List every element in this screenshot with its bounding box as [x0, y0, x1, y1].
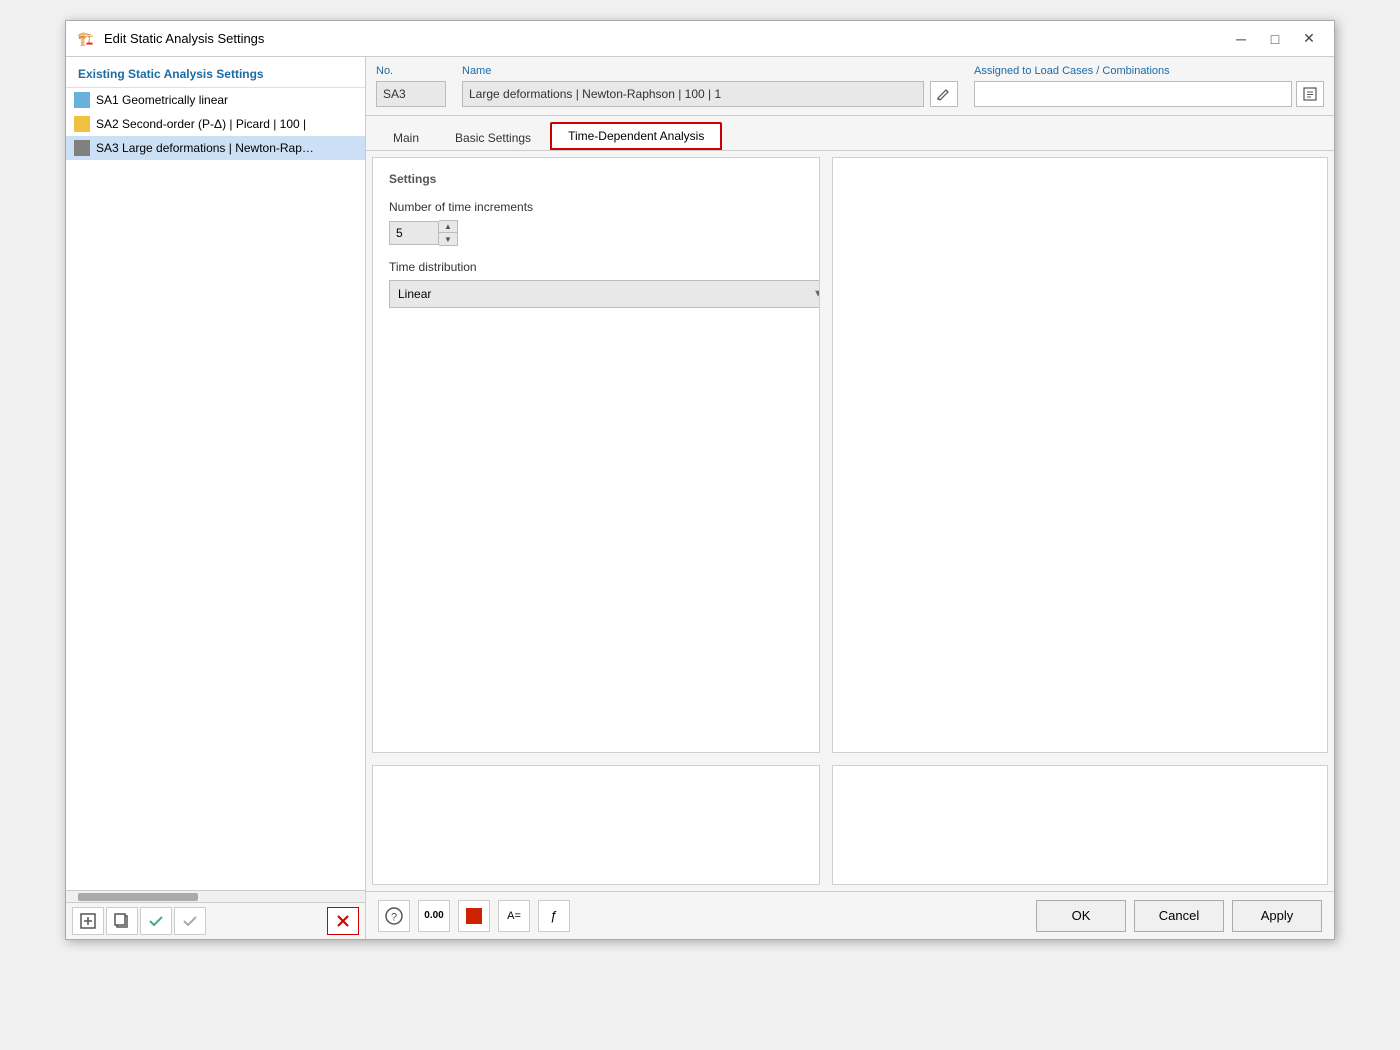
delete-item-button[interactable]	[327, 907, 359, 935]
assigned-group: Assigned to Load Cases / Combinations	[974, 65, 1324, 107]
minimize-button[interactable]: ─	[1226, 28, 1256, 50]
sidebar-title: Existing Static Analysis Settings	[66, 57, 365, 88]
panel-bottom-right	[832, 765, 1328, 885]
header-row: No. Name Assigned to Load Cases / Combin…	[366, 57, 1334, 116]
name-group: Name	[462, 65, 958, 107]
content-area: Existing Static Analysis Settings SA1 Ge…	[66, 57, 1334, 939]
tab-time-dependent[interactable]: Time-Dependent Analysis	[550, 122, 722, 150]
tab-main[interactable]: Main	[376, 125, 436, 150]
copy-item-button[interactable]	[106, 907, 138, 935]
panel-top-right	[832, 157, 1328, 753]
main-panel: No. Name Assigned to Load Cases / Combin…	[366, 57, 1334, 939]
settings-section: Settings Number of time increments ▲ ▼	[373, 158, 819, 336]
no-label: No.	[376, 65, 446, 77]
tabs-row: Main Basic Settings Time-Dependent Analy…	[366, 116, 1334, 151]
time-distribution-wrapper: Linear Logarithmic Custom ▼	[389, 280, 820, 308]
sidebar-list: SA1 Geometrically linear SA2 Second-orde…	[66, 88, 365, 890]
sa3-color-icon	[74, 140, 90, 156]
sidebar-item-sa1-label: SA1 Geometrically linear	[96, 93, 228, 107]
time-distribution-field: Time distribution Linear Logarithmic Cus…	[389, 260, 803, 308]
sidebar: Existing Static Analysis Settings SA1 Ge…	[66, 57, 366, 939]
time-distribution-label: Time distribution	[389, 260, 803, 274]
name-input[interactable]	[462, 81, 924, 107]
sidebar-item-sa2-label: SA2 Second-order (P-Δ) | Picard | 100 |	[96, 117, 306, 131]
app-icon: 🏗️	[76, 29, 96, 49]
formula-button[interactable]: ƒ	[538, 900, 570, 932]
tab-basic-settings[interactable]: Basic Settings	[438, 125, 548, 150]
no-input[interactable]	[376, 81, 446, 107]
main-window: 🏗️ Edit Static Analysis Settings ─ □ ✕ E…	[65, 20, 1335, 940]
maximize-button[interactable]: □	[1260, 28, 1290, 50]
text-button[interactable]: A=	[498, 900, 530, 932]
sidebar-item-sa3[interactable]: SA3 Large deformations | Newton-Rap…	[66, 136, 365, 160]
svg-text:?: ?	[391, 911, 397, 923]
bottom-toolbar: ? 0.00 A= ƒ OK Cancel Apply	[366, 891, 1334, 939]
spin-down-button[interactable]: ▼	[439, 233, 457, 245]
sa2-color-icon	[74, 116, 90, 132]
window-title: Edit Static Analysis Settings	[104, 31, 264, 46]
sidebar-toolbar	[66, 902, 365, 939]
settings-section-title: Settings	[389, 172, 803, 186]
num-increments-row: ▲ ▼	[389, 220, 803, 246]
sidebar-item-sa1[interactable]: SA1 Geometrically linear	[66, 88, 365, 112]
sidebar-item-sa3-label: SA3 Large deformations | Newton-Rap…	[96, 141, 314, 155]
assigned-input-row	[974, 81, 1324, 107]
title-bar: 🏗️ Edit Static Analysis Settings ─ □ ✕	[66, 21, 1334, 57]
close-button[interactable]: ✕	[1294, 28, 1324, 50]
spin-buttons: ▲ ▼	[439, 220, 458, 246]
panel-top-left: Settings Number of time increments ▲ ▼	[372, 157, 820, 753]
panel-bottom-left	[372, 765, 820, 885]
title-controls: ─ □ ✕	[1226, 28, 1324, 50]
assign-button[interactable]	[1296, 81, 1324, 107]
sidebar-scrollbar	[66, 890, 365, 902]
assigned-input[interactable]	[974, 81, 1292, 107]
assigned-label: Assigned to Load Cases / Combinations	[974, 65, 1324, 77]
new-item-button[interactable]	[72, 907, 104, 935]
title-bar-left: 🏗️ Edit Static Analysis Settings	[76, 29, 264, 49]
name-label: Name	[462, 65, 958, 77]
panels-container: Settings Number of time increments ▲ ▼	[366, 151, 1334, 891]
check2-button[interactable]	[174, 907, 206, 935]
edit-name-button[interactable]	[930, 81, 958, 107]
cancel-button[interactable]: Cancel	[1134, 900, 1224, 932]
apply-button[interactable]: Apply	[1232, 900, 1322, 932]
num-increments-input[interactable]	[389, 221, 439, 245]
numeric-button[interactable]: 0.00	[418, 900, 450, 932]
sidebar-item-sa2[interactable]: SA2 Second-order (P-Δ) | Picard | 100 |	[66, 112, 365, 136]
name-row	[462, 81, 958, 107]
num-increments-label: Number of time increments	[389, 200, 803, 214]
num-increments-field: Number of time increments ▲ ▼	[389, 200, 803, 246]
help-button[interactable]: ?	[378, 900, 410, 932]
check-button[interactable]	[140, 907, 172, 935]
no-group: No.	[376, 65, 446, 107]
color-button[interactable]	[458, 900, 490, 932]
scrollbar-thumb[interactable]	[78, 893, 198, 901]
time-distribution-select[interactable]: Linear Logarithmic Custom	[389, 280, 820, 308]
sa1-color-icon	[74, 92, 90, 108]
spin-up-button[interactable]: ▲	[439, 221, 457, 233]
ok-button[interactable]: OK	[1036, 900, 1126, 932]
